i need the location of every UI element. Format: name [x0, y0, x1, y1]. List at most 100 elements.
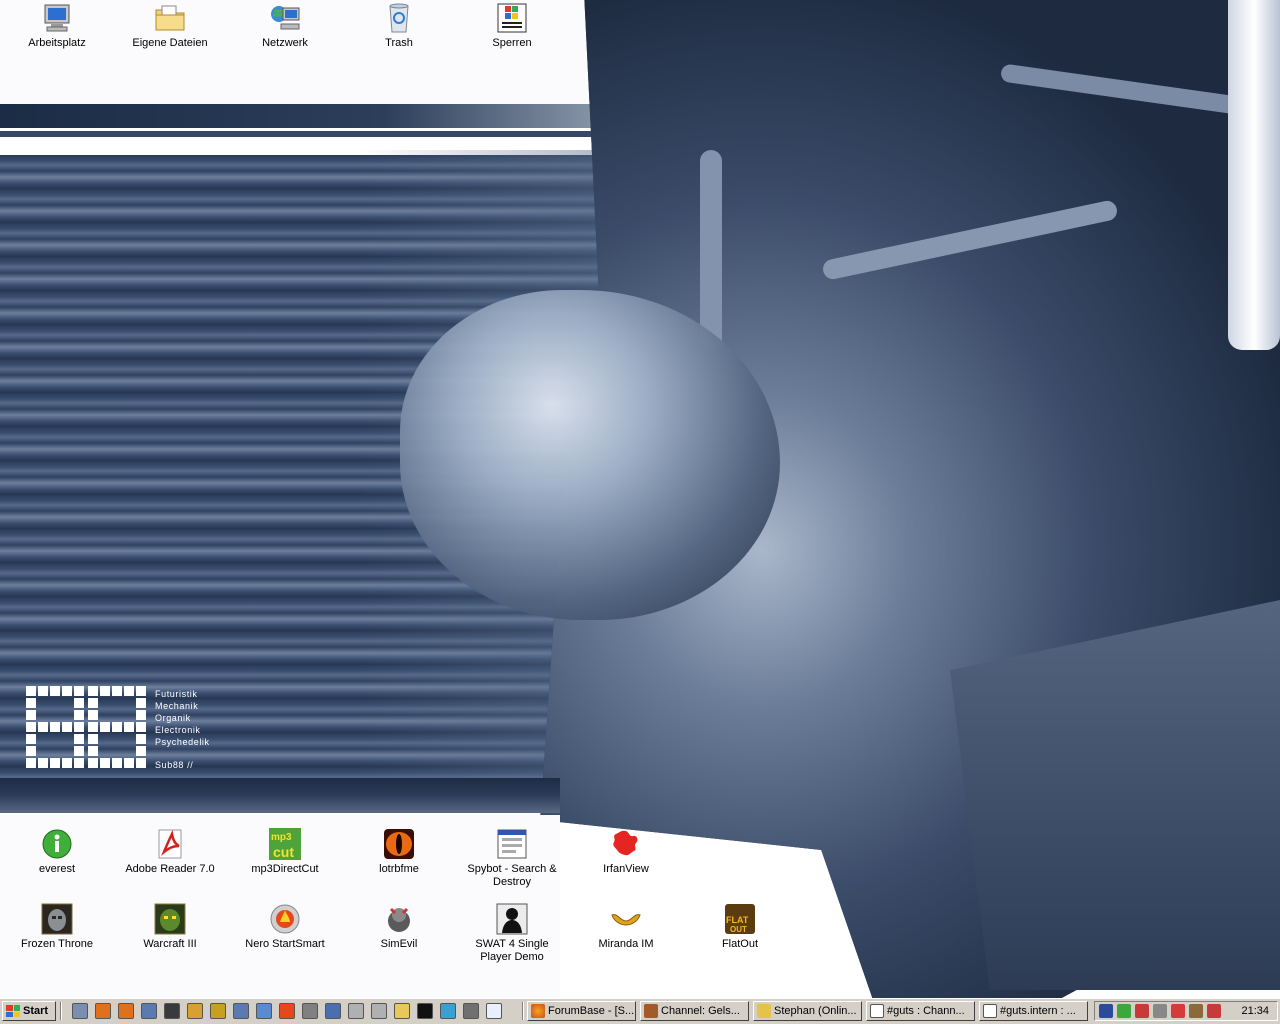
desktop-icon-everest[interactable]: everest — [7, 828, 107, 876]
notepad-icon[interactable] — [486, 1003, 502, 1019]
logo-pixel — [50, 746, 60, 756]
desktop-icon-irfanview[interactable]: IrfanView — [576, 828, 676, 876]
logo-pixel — [50, 722, 60, 732]
frozen-throne-icon — [41, 903, 73, 935]
logo-word: Futuristik — [155, 689, 198, 699]
desktop-icon-nero-startsmart[interactable]: Nero StartSmart — [235, 903, 335, 951]
adobe-reader-icon — [154, 828, 186, 860]
windows-logo-icon — [496, 2, 528, 34]
tool-icon[interactable] — [302, 1003, 318, 1019]
desktop-icon-mp3directcut[interactable]: mp3 cut mp3DirectCut — [235, 828, 335, 876]
window-icon[interactable] — [141, 1003, 157, 1019]
folder-icon[interactable] — [394, 1003, 410, 1019]
desktop-icon-swat4[interactable]: SWAT 4 Single Player Demo — [462, 903, 562, 964]
firefox-icon[interactable] — [118, 1003, 134, 1019]
logo-pixel — [26, 698, 36, 708]
wallpaper-pipe — [700, 150, 722, 350]
logo-pixel — [88, 722, 98, 732]
logo-pixel — [136, 710, 146, 720]
logo-pixel — [74, 698, 84, 708]
chat-icon — [757, 1004, 771, 1018]
logo-word: Organik — [155, 713, 191, 723]
swat4-icon — [496, 903, 528, 935]
book-icon[interactable] — [164, 1003, 180, 1019]
logo-pixel — [26, 746, 36, 756]
logo-pixel — [26, 722, 36, 732]
spybot-icon — [496, 828, 528, 860]
monitor-icon[interactable] — [325, 1003, 341, 1019]
window-icon[interactable] — [233, 1003, 249, 1019]
logo-pixel — [112, 686, 122, 696]
pencil-icon[interactable] — [1189, 1004, 1203, 1018]
logo-pixel — [136, 746, 146, 756]
desktop-icon-adobe-reader[interactable]: Adobe Reader 7.0 — [120, 828, 220, 876]
start-button[interactable]: Start — [2, 1001, 56, 1021]
calendar-icon[interactable] — [1171, 1004, 1185, 1018]
wallpaper-cylinder — [1228, 0, 1280, 350]
icon-label: Spybot - Search & Destroy — [467, 863, 557, 888]
logo-pixel — [112, 746, 122, 756]
pencil-icon[interactable] — [187, 1003, 203, 1019]
shield-icon[interactable] — [1099, 1004, 1113, 1018]
logo-pixel — [88, 710, 98, 720]
user-icon[interactable] — [1135, 1004, 1149, 1018]
calculator-icon[interactable] — [463, 1003, 479, 1019]
desktop-icon-sperren[interactable]: Sperren — [462, 2, 562, 50]
computer-icon — [41, 2, 73, 34]
logo-pixel — [62, 734, 72, 744]
task-button-channel-gels[interactable]: Channel: Gels... — [640, 1001, 749, 1021]
logo-pixel — [74, 686, 84, 696]
logo-pixel — [38, 686, 48, 696]
app-icon[interactable] — [256, 1003, 272, 1019]
desktop-icon-warcraft-iii[interactable]: Warcraft III — [120, 903, 220, 951]
logo-pixel — [26, 710, 36, 720]
firefox-icon[interactable] — [95, 1003, 111, 1019]
desktop-icon-trash[interactable]: Trash — [349, 2, 449, 50]
logo-pixel — [38, 698, 48, 708]
clock[interactable]: 21:34 — [1241, 1005, 1269, 1017]
task-button-forumbase[interactable]: ForumBase - [S... — [527, 1001, 636, 1021]
home-icon — [983, 1004, 997, 1018]
nero-icon — [269, 903, 301, 935]
system-tray: 21:34 — [1094, 1001, 1278, 1021]
desktop-icon-lotrbfme[interactable]: lotrbfme — [349, 828, 449, 876]
desktop-icon-spybot[interactable]: Spybot - Search & Destroy — [462, 828, 562, 889]
svg-text:FLAT: FLAT — [726, 915, 749, 925]
icon-label: mp3DirectCut — [251, 863, 319, 875]
glasses-icon[interactable] — [210, 1003, 226, 1019]
logo-digit — [26, 686, 84, 768]
drive-icon[interactable] — [348, 1003, 364, 1019]
logo-pixel — [124, 734, 134, 744]
logo-pixel — [74, 710, 84, 720]
sub88-logo: Futuristik Mechanik Organik Electronik P… — [26, 686, 236, 778]
desktop-icon-miranda-im[interactable]: Miranda IM — [576, 903, 676, 951]
chat-icon[interactable] — [1117, 1004, 1131, 1018]
logo-pixel — [136, 722, 146, 732]
cmd-icon[interactable] — [417, 1003, 433, 1019]
desktop-icon-eigene-dateien[interactable]: Eigene Dateien — [120, 2, 220, 50]
chart-icon[interactable] — [1207, 1004, 1221, 1018]
task-button-guts-channel[interactable]: #guts : Chann... — [866, 1001, 975, 1021]
desktop-icon-flatout[interactable]: FLAT OUT FlatOut — [690, 903, 790, 951]
desktop-icon-netzwerk[interactable]: Netzwerk — [235, 2, 335, 50]
nero-icon[interactable] — [279, 1003, 295, 1019]
icon-label: Sperren — [492, 37, 532, 49]
logo-pixel — [124, 722, 134, 732]
desktop-icon-arbeitsplatz[interactable]: Arbeitsplatz — [7, 2, 107, 50]
task-button-guts-intern[interactable]: #guts.intern : ... — [979, 1001, 1088, 1021]
task-button-stephan[interactable]: Stephan (Onlin... — [753, 1001, 862, 1021]
logo-pixel — [62, 710, 72, 720]
desktop-icon-frozen-throne[interactable]: Frozen Throne — [7, 903, 107, 951]
logo-pixel — [50, 710, 60, 720]
logo-pixel — [100, 722, 110, 732]
desktop-icon-simevil[interactable]: SimEvil — [349, 903, 449, 951]
show-desktop-icon[interactable] — [72, 1003, 88, 1019]
simevil-icon — [383, 903, 415, 935]
drive-icon[interactable] — [371, 1003, 387, 1019]
paint-icon[interactable] — [440, 1003, 456, 1019]
icon-label: Trash — [385, 37, 413, 49]
logo-pixel — [26, 758, 36, 768]
logo-pixel — [38, 758, 48, 768]
calendar-icon[interactable] — [1153, 1004, 1167, 1018]
eye-of-sauron-icon — [383, 828, 415, 860]
